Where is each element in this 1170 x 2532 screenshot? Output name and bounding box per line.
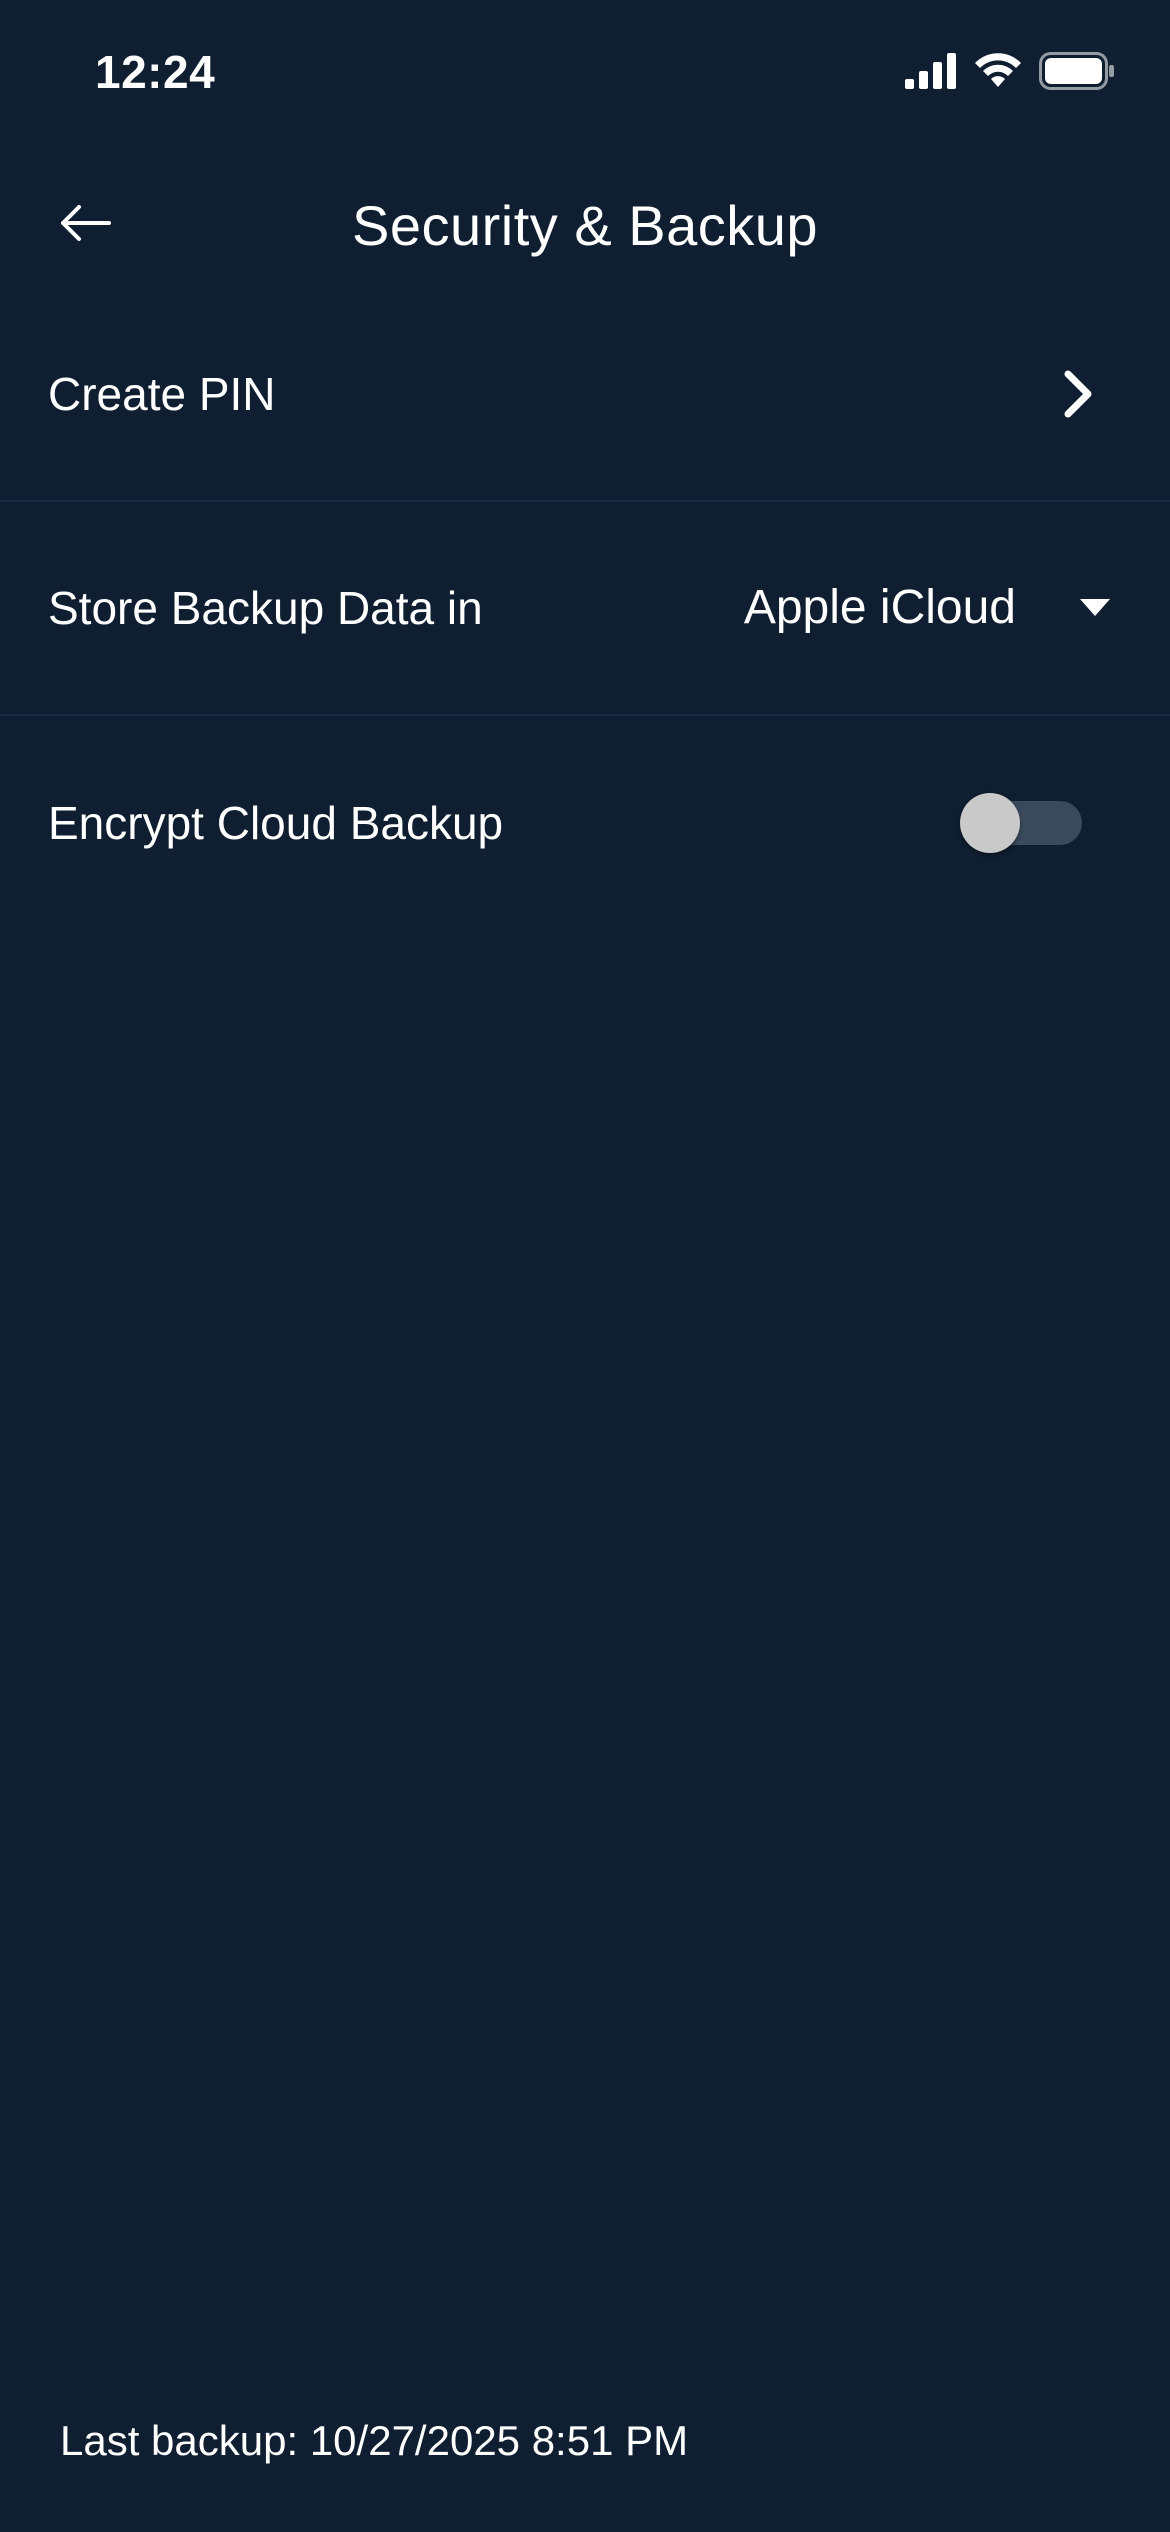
- page-title: Security & Backup: [351, 194, 819, 257]
- backup-location-row: Store Backup Data in Apple iCloud: [0, 502, 1170, 716]
- wifi-icon: [973, 53, 1023, 89]
- caret-down-icon: [1080, 599, 1110, 617]
- encrypt-backup-row: Encrypt Cloud Backup: [0, 716, 1170, 930]
- last-backup-text: Last backup: 10/27/2025 8:51 PM: [60, 2417, 689, 2464]
- cellular-signal-icon: [905, 53, 957, 89]
- encrypt-backup-toggle[interactable]: [960, 793, 1082, 853]
- backup-location-value: Apple iCloud: [743, 581, 1016, 634]
- status-time: 12:24: [95, 46, 216, 98]
- encrypt-backup-label: Encrypt Cloud Backup: [48, 797, 504, 849]
- create-pin-label: Create PIN: [48, 368, 276, 420]
- backup-location-label: Store Backup Data in: [48, 582, 483, 634]
- status-icons: [905, 52, 1115, 90]
- create-pin-row[interactable]: Create PIN: [0, 288, 1170, 502]
- battery-icon: [1039, 52, 1115, 90]
- backup-location-dropdown[interactable]: Apple iCloud: [744, 578, 1110, 638]
- chevron-right-icon: [1058, 366, 1098, 422]
- toggle-knob: [960, 793, 1020, 853]
- header: Security & Backup: [0, 160, 1170, 290]
- status-bar: 12:24: [0, 0, 1170, 150]
